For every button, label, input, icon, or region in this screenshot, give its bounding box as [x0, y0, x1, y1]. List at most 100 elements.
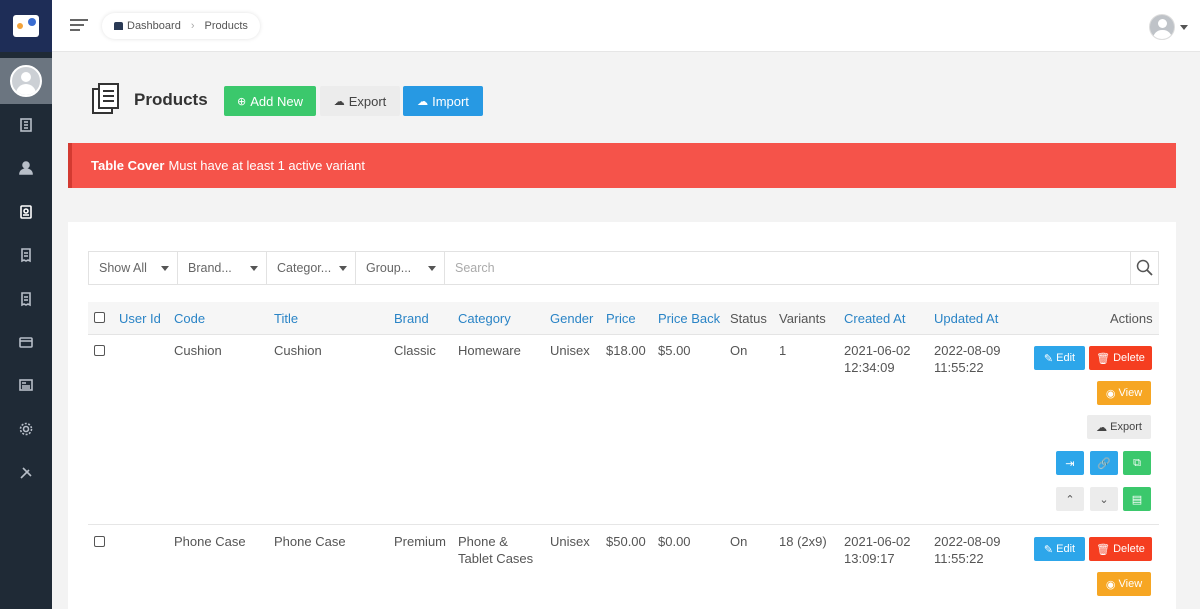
- alert-message: Must have at least 1 active variant: [168, 158, 365, 173]
- cell-code: Cushion: [174, 343, 222, 358]
- trash-icon: 🗑: [1096, 352, 1114, 365]
- col-user-id[interactable]: User Id: [119, 311, 161, 326]
- plus-circle-icon: ⊕: [237, 95, 247, 108]
- cell-price-back: $0.00: [658, 534, 691, 549]
- cell-brand: Classic: [394, 343, 436, 358]
- cell-status: On: [730, 343, 748, 358]
- building-icon: [20, 118, 32, 132]
- sidebar-item-invoices[interactable]: [0, 284, 52, 314]
- menu-toggle-icon[interactable]: [70, 19, 88, 33]
- user-menu[interactable]: [1149, 14, 1188, 40]
- documents-icon: [92, 83, 119, 114]
- cell-price-back: $5.00: [658, 343, 691, 358]
- delete-label: Delete: [1113, 543, 1145, 555]
- col-gender[interactable]: Gender: [550, 311, 593, 326]
- sidebar-avatar[interactable]: [0, 58, 52, 104]
- sidebar-item-products[interactable]: [0, 197, 52, 227]
- caret-down-icon: [161, 266, 169, 271]
- edit-icon: ✎: [1043, 352, 1057, 365]
- details-button[interactable]: ▤: [1123, 487, 1151, 511]
- credit-card-icon: [19, 337, 33, 348]
- show-filter-value: Show All: [99, 261, 147, 275]
- view-label: View: [1118, 578, 1143, 590]
- cell-created-time: 13:09:17: [844, 551, 895, 566]
- row-export-button[interactable]: ☁ Export: [1087, 415, 1151, 439]
- sidebar-item-building[interactable]: [0, 110, 52, 140]
- link-icon: 🔗: [1097, 457, 1111, 470]
- move-up-button[interactable]: ⌃: [1056, 487, 1084, 511]
- sidebar-item-orders[interactable]: [0, 240, 52, 270]
- eye-icon: ◉: [1105, 578, 1119, 591]
- edit-icon: ✎: [1043, 543, 1057, 556]
- newspaper-icon: [19, 379, 33, 391]
- col-price-back[interactable]: Price Back: [658, 311, 720, 326]
- col-updated-at[interactable]: Updated At: [934, 311, 998, 326]
- select-all-checkbox[interactable]: [94, 312, 105, 323]
- cell-code: Phone Case: [174, 534, 246, 549]
- col-code[interactable]: Code: [174, 311, 205, 326]
- cloud-download-icon: ☁: [1096, 421, 1111, 434]
- show-filter-select[interactable]: Show All: [89, 252, 178, 284]
- chevron-down-icon: ⌄: [1099, 493, 1109, 506]
- col-category[interactable]: Category: [458, 311, 511, 326]
- brand-filter-select[interactable]: Brand...: [178, 252, 267, 284]
- topbar: Dashboard › Products: [52, 0, 1200, 52]
- col-title[interactable]: Title: [274, 311, 298, 326]
- avatar-icon: [10, 65, 42, 97]
- cell-title: Phone Case: [274, 534, 346, 549]
- error-alert: Table Cover Must have at least 1 active …: [68, 143, 1176, 188]
- category-filter-select[interactable]: Categor...: [267, 252, 356, 284]
- caret-down-icon: [1180, 24, 1188, 30]
- view-button[interactable]: ◉ View: [1097, 381, 1151, 405]
- delete-button[interactable]: 🗑 Delete: [1089, 346, 1152, 370]
- sidebar-item-reports[interactable]: [0, 370, 52, 400]
- edit-button[interactable]: ✎ Edit: [1034, 537, 1085, 561]
- gear-icon: [19, 422, 33, 436]
- delete-button[interactable]: 🗑 Delete: [1089, 537, 1152, 561]
- sidebar-item-users[interactable]: [0, 153, 52, 183]
- cell-created-date: 2021-06-02: [844, 534, 911, 549]
- receipt-icon: [21, 292, 31, 307]
- table-header: User Id Code Title Brand Category Gender…: [88, 302, 1159, 335]
- receipt-icon: [21, 248, 31, 263]
- search-input[interactable]: Search: [445, 252, 1158, 284]
- group-filter-select[interactable]: Group...: [356, 252, 445, 284]
- move-down-button[interactable]: ⌄: [1090, 487, 1118, 511]
- cell-brand: Premium: [394, 534, 447, 549]
- avatar-icon: [1149, 14, 1175, 40]
- col-variants: Variants: [779, 311, 826, 326]
- filter-bar: Show All Brand... Categor... Group... Se…: [88, 251, 1159, 285]
- col-price[interactable]: Price: [606, 311, 636, 326]
- search-placeholder: Search: [455, 261, 495, 275]
- breadcrumb-dashboard[interactable]: Dashboard: [127, 20, 181, 32]
- cell-variants: 1: [779, 343, 787, 358]
- user-icon: [19, 161, 33, 175]
- search-icon[interactable]: [1130, 252, 1158, 284]
- app-logo[interactable]: [0, 0, 52, 52]
- row-checkbox[interactable]: [94, 345, 105, 356]
- col-created-at[interactable]: Created At: [844, 311, 905, 326]
- import-label: Import: [432, 93, 469, 109]
- trash-icon: 🗑: [1096, 543, 1114, 556]
- copy-button[interactable]: ⧉: [1123, 451, 1151, 475]
- sign-in-button[interactable]: ⇥: [1056, 451, 1084, 475]
- sidebar-item-settings[interactable]: [0, 414, 52, 444]
- caret-down-icon: [428, 266, 436, 271]
- add-new-button[interactable]: ⊕ Add New: [224, 86, 316, 116]
- brand-filter-value: Brand...: [188, 261, 232, 275]
- col-actions: Actions: [1110, 311, 1153, 326]
- cell-updated-date: 2022-08-09: [934, 534, 1001, 549]
- row-checkbox[interactable]: [94, 536, 105, 547]
- import-button[interactable]: ☁ Import: [403, 86, 483, 116]
- sidebar-item-payments[interactable]: [0, 327, 52, 357]
- view-button[interactable]: ◉ View: [1097, 572, 1151, 596]
- edit-button[interactable]: ✎ Edit: [1034, 346, 1085, 370]
- col-brand[interactable]: Brand: [394, 311, 429, 326]
- cell-updated-date: 2022-08-09: [934, 343, 1001, 358]
- caret-down-icon: [250, 266, 258, 271]
- edit-label: Edit: [1056, 543, 1076, 555]
- export-button[interactable]: ☁ Export: [320, 86, 400, 116]
- sidebar-item-tools[interactable]: [0, 458, 52, 488]
- link-button[interactable]: 🔗: [1090, 451, 1118, 475]
- cell-title: Cushion: [274, 343, 322, 358]
